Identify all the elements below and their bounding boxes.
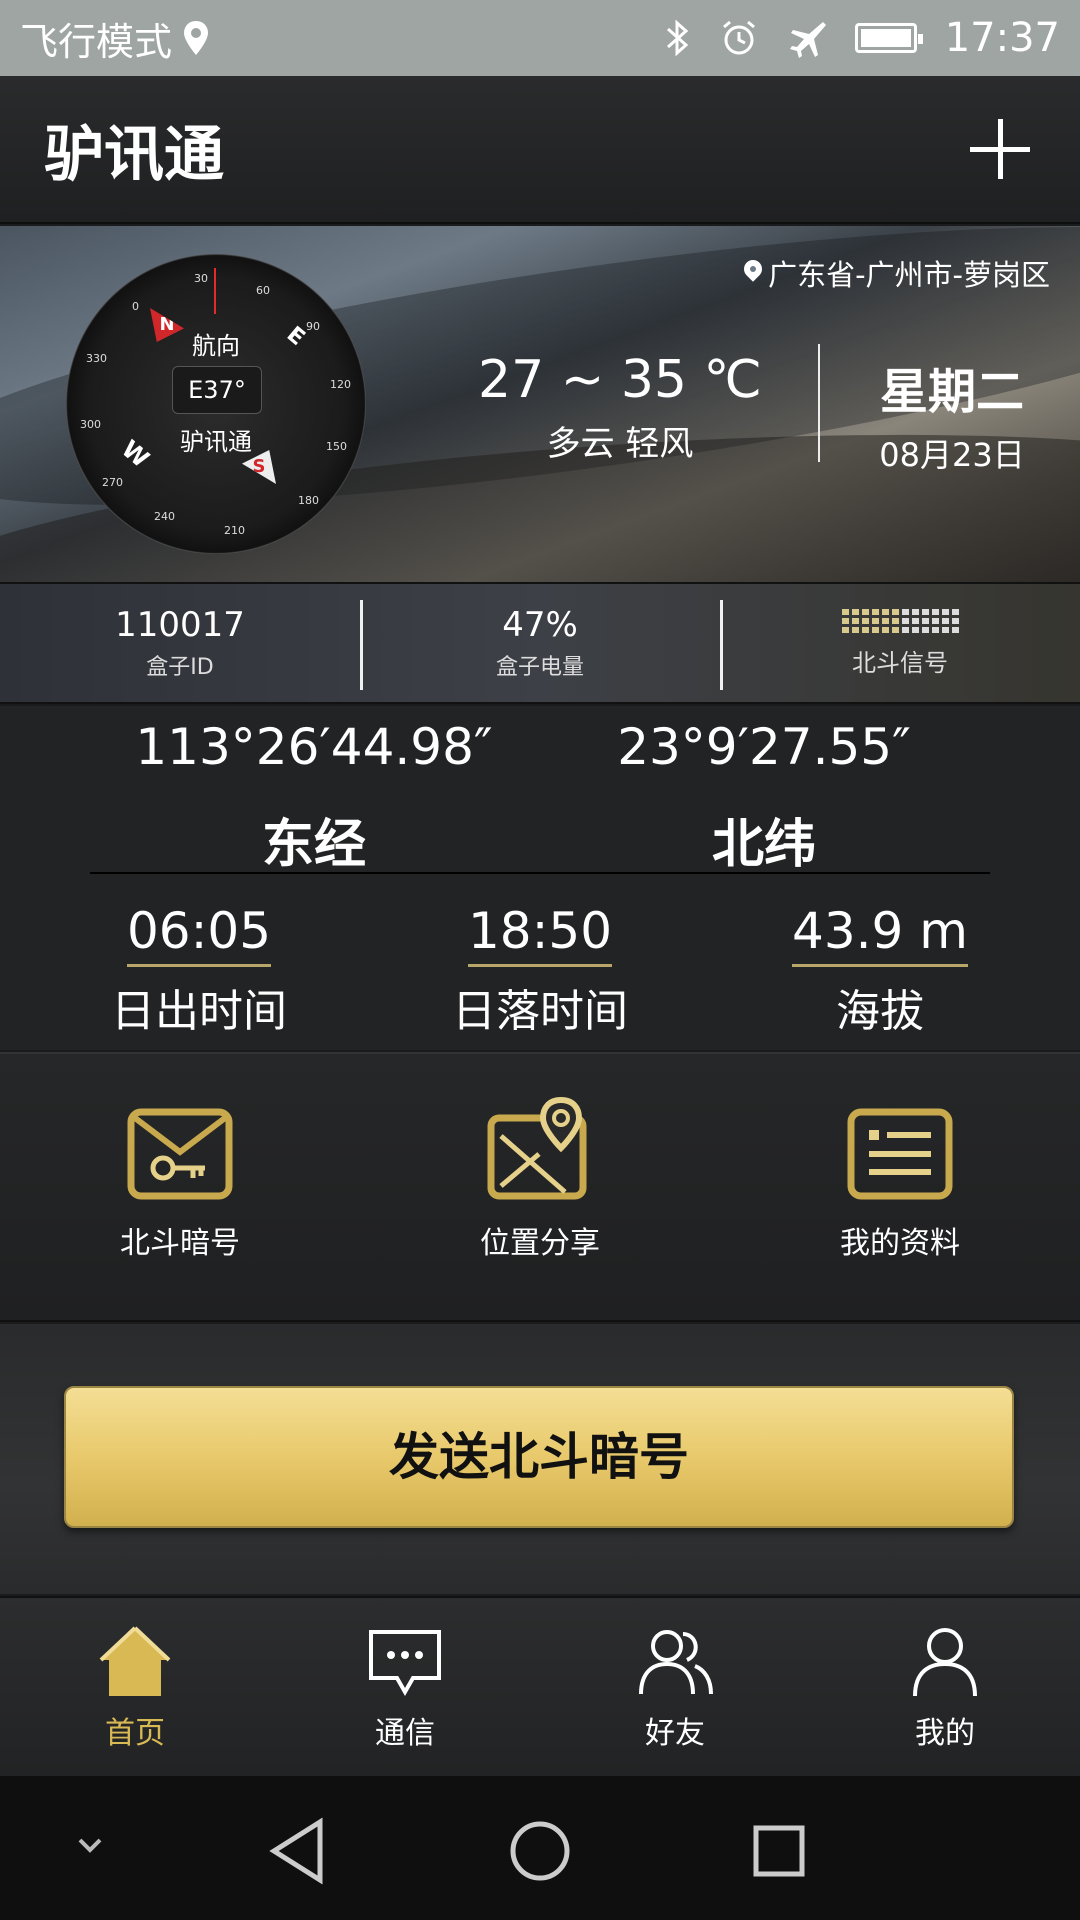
app-bar: 驴讯通 xyxy=(0,76,1080,224)
compass-tick: 240 xyxy=(154,510,175,523)
compass-tick: 60 xyxy=(256,284,270,297)
box-battery-label: 盒子电量 xyxy=(495,655,584,680)
home-circle-icon[interactable] xyxy=(495,1806,585,1896)
location-pin-icon xyxy=(744,260,762,286)
compass-tick: 0 xyxy=(132,300,139,313)
nav-messages[interactable]: 通信 xyxy=(270,1598,540,1776)
compass-brand: 驴讯通 xyxy=(180,428,252,456)
weather-hero: 30 60 90 120 150 180 210 240 270 300 330… xyxy=(0,226,1080,582)
temperature-block: 27 ~ 35 ℃ 多云 轻风 xyxy=(470,350,770,465)
location[interactable]: 广东省-广州市-萝岗区 xyxy=(744,252,1050,294)
app-title: 驴讯通 xyxy=(44,119,224,190)
date: 08月23日 xyxy=(879,436,1025,474)
status-bar: 飞行模式 17:37 xyxy=(0,0,1080,76)
compass-tick: 210 xyxy=(224,524,245,537)
heading-label: 航向 xyxy=(192,332,240,360)
altitude-label: 海拔 xyxy=(836,986,924,1037)
box-id: 110017 盒子ID xyxy=(0,584,360,702)
send-beidou-code-button[interactable]: 发送北斗暗号 xyxy=(64,1386,1014,1528)
recents-icon[interactable] xyxy=(734,1806,824,1896)
user-icon xyxy=(913,1628,977,1697)
divider xyxy=(90,872,990,874)
compass-tick: 120 xyxy=(330,378,351,391)
clock: 17:37 xyxy=(944,15,1060,61)
weather-condition: 多云 轻风 xyxy=(546,424,694,464)
latitude-value: 23°9′27.55″ xyxy=(617,718,911,776)
back-icon[interactable] xyxy=(254,1806,344,1896)
signal-label: 北斗信号 xyxy=(852,648,948,677)
weekday: 星期二 xyxy=(879,364,1024,420)
battery-icon xyxy=(854,23,923,53)
map-pin-icon xyxy=(487,1096,587,1200)
plus-icon[interactable] xyxy=(964,113,1036,185)
sunset-label: 日落时间 xyxy=(452,986,628,1037)
latitude-label: 北纬 xyxy=(711,815,816,875)
feature-label: 我的资料 xyxy=(840,1226,960,1261)
feature-location-share[interactable]: 位置分享 xyxy=(390,1096,690,1262)
status-left: 飞行模式 xyxy=(20,11,210,66)
bottom-nav: 首页 通信 好友 我的 xyxy=(0,1596,1080,1776)
sunset-value: 18:50 xyxy=(467,902,613,967)
nav-label: 好友 xyxy=(645,1716,705,1751)
friends-icon xyxy=(639,1630,713,1695)
nav-label: 通信 xyxy=(375,1716,435,1751)
beidou-signal: 北斗信号 xyxy=(720,584,1080,702)
altitude: 43.9 m 海拔 xyxy=(715,902,1045,1039)
box-info-strip: 110017 盒子ID 47% 盒子电量 北斗信号 xyxy=(0,582,1080,704)
box-battery-value: 47% xyxy=(502,605,578,645)
box-id-value: 110017 xyxy=(115,605,245,645)
compass-needle xyxy=(214,268,216,314)
sunrise-value: 06:05 xyxy=(126,902,272,967)
longitude-value: 113°26′44.98″ xyxy=(135,718,493,776)
bluetooth-icon xyxy=(666,19,688,57)
chevron-down-icon[interactable] xyxy=(44,1818,134,1878)
system-nav-bar xyxy=(0,1776,1080,1920)
temperature-range: 27 ~ 35 ℃ xyxy=(478,350,762,410)
signal-bars-icon xyxy=(841,608,959,633)
compass-tick: 180 xyxy=(298,494,319,507)
sunset: 18:50 日落时间 xyxy=(375,902,705,1039)
heading-value: E37° xyxy=(172,366,262,414)
nav-friends[interactable]: 好友 xyxy=(540,1598,810,1776)
envelope-key-icon xyxy=(127,1108,233,1200)
airplane-mode-text: 飞行模式 xyxy=(20,19,173,64)
status-right: 17:37 xyxy=(665,15,1060,61)
divider xyxy=(818,344,820,462)
feature-my-profile[interactable]: 我的资料 xyxy=(750,1106,1050,1262)
airplane-icon xyxy=(789,22,826,58)
longitude-label: 东经 xyxy=(261,815,366,875)
nav-me[interactable]: 我的 xyxy=(810,1598,1080,1776)
coordinates-panel: 113°26′44.98″ 23°9′27.55″ 东经 北纬 06:05 日出… xyxy=(0,706,1080,1050)
feature-label: 北斗暗号 xyxy=(120,1226,240,1261)
chat-icon xyxy=(369,1630,441,1697)
profile-card-icon xyxy=(847,1108,953,1200)
cta-area: 发送北斗暗号 xyxy=(0,1324,1080,1594)
date-block: 星期二 08月23日 xyxy=(852,352,1052,476)
box-battery: 47% 盒子电量 xyxy=(360,584,720,702)
feature-label: 位置分享 xyxy=(480,1226,600,1261)
altitude-value: 43.9 m xyxy=(792,902,968,967)
box-id-label: 盒子ID xyxy=(146,655,214,680)
sunrise: 06:05 日出时间 xyxy=(34,902,364,1039)
location-icon xyxy=(184,21,209,55)
sunrise-label: 日出时间 xyxy=(111,986,287,1037)
nav-label: 首页 xyxy=(105,1716,165,1751)
feature-beidou-code[interactable]: 北斗暗号 xyxy=(30,1106,330,1262)
location-text: 广东省-广州市-萝岗区 xyxy=(768,258,1050,292)
nav-label: 我的 xyxy=(915,1716,975,1751)
home-icon xyxy=(99,1626,171,1696)
compass-tick: 30 xyxy=(194,272,208,285)
feature-grid: 北斗暗号 位置分享 我的资料 xyxy=(0,1052,1080,1322)
compass: 30 60 90 120 150 180 210 240 270 300 330… xyxy=(66,254,366,554)
compass-tick: 270 xyxy=(102,476,123,489)
alarm-icon xyxy=(722,20,755,55)
nav-home[interactable]: 首页 xyxy=(0,1598,270,1776)
